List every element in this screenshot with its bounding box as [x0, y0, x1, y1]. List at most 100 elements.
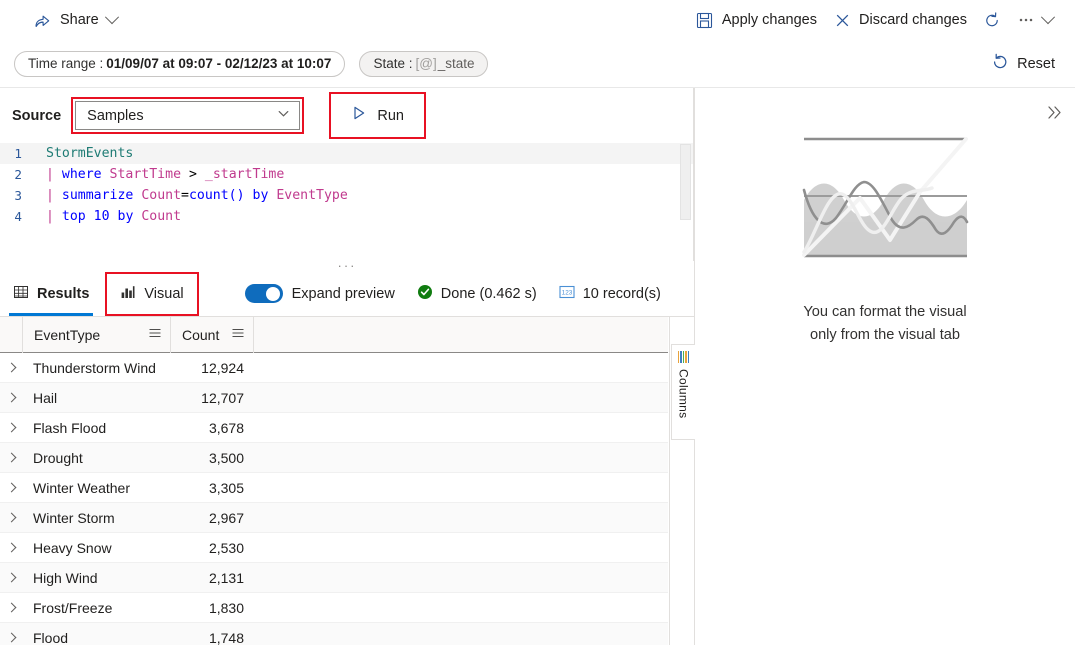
query-code-editor[interactable]: 1 StormEvents 2 | where StartTime > _startT…	[0, 143, 693, 263]
column-menu-icon[interactable]	[231, 326, 245, 343]
code-token: where	[61, 167, 102, 182]
chevron-down-icon	[277, 107, 290, 125]
expand-preview-switch[interactable]	[244, 284, 283, 303]
cell-count: 3,678	[208, 419, 244, 436]
refresh-icon	[983, 11, 1001, 29]
code-line-text: | where StartTime > _startTime	[38, 164, 284, 185]
row-expand-button[interactable]	[0, 602, 22, 613]
grid-header-row: EventType Count	[0, 317, 668, 353]
expand-preview-label: Expand preview	[291, 285, 395, 302]
columns-side-tab[interactable]: Columns	[671, 344, 695, 440]
visual-empty-state: You can format the visual only from the …	[695, 136, 1075, 347]
apply-changes-button[interactable]: Apply changes	[688, 4, 825, 36]
code-line[interactable]: 1 StormEvents	[0, 143, 693, 164]
visual-empty-message-line2: only from the visual tab	[809, 327, 961, 343]
results-toolbar: Results Visual Expand preview Done (0.46…	[0, 271, 694, 317]
code-token: count()	[188, 188, 245, 203]
column-header-eventtype-label: EventType	[34, 326, 101, 343]
code-token: Count	[141, 209, 182, 224]
cell-eventtype: Heavy Snow	[33, 539, 112, 556]
column-header-eventtype[interactable]: EventType	[22, 317, 170, 353]
share-button[interactable]: Share	[26, 4, 125, 36]
code-token: 10	[93, 209, 110, 224]
play-icon	[351, 105, 367, 126]
refresh-button[interactable]	[975, 4, 1009, 36]
splitter-grip-icon: ···	[337, 258, 357, 273]
table-row[interactable]: Winter Weather 3,305	[0, 473, 668, 503]
apply-changes-label: Apply changes	[721, 12, 817, 28]
table-row[interactable]: Flash Flood 3,678	[0, 413, 668, 443]
code-token: StormEvents	[46, 146, 134, 161]
code-token: =	[181, 188, 189, 203]
row-expand-button[interactable]	[0, 572, 22, 583]
query-status-label: Done (0.462 s)	[440, 285, 537, 302]
time-range-pill[interactable]: Time range : 01/09/07 at 09:07 - 02/12/2…	[14, 50, 346, 77]
query-status: Done (0.462 s)	[417, 284, 537, 304]
code-line-text: | top 10 by Count	[38, 206, 181, 227]
row-expand-button[interactable]	[0, 632, 22, 643]
row-expand-button[interactable]	[0, 422, 22, 433]
table-row[interactable]: Thunderstorm Wind 12,924	[0, 353, 668, 383]
line-number: 1	[14, 146, 22, 161]
expand-preview-toggle[interactable]: Expand preview	[244, 284, 395, 303]
cell-eventtype: Winter Weather	[33, 479, 130, 496]
chevron-right-icon	[6, 542, 16, 553]
cell-count: 12,924	[201, 359, 244, 376]
table-row[interactable]: Winter Storm 2,967	[0, 503, 668, 533]
run-label: Run	[377, 107, 404, 124]
reset-icon	[991, 53, 1009, 75]
source-dropdown[interactable]: Samples	[75, 101, 301, 130]
code-token: >	[188, 167, 197, 182]
column-header-count[interactable]: Count	[170, 317, 253, 353]
code-line[interactable]: 3 | summarize Count=count() by EventType	[0, 185, 693, 206]
command-bar-left-group: Share	[0, 4, 125, 36]
tab-visual[interactable]: Visual	[105, 271, 199, 316]
cell-eventtype: Winter Storm	[33, 509, 115, 526]
code-line[interactable]: 2 | where StartTime > _startTime	[0, 164, 693, 185]
code-token: |	[46, 209, 62, 224]
cell-count: 1,830	[208, 599, 244, 616]
cell-eventtype: Flash Flood	[33, 419, 107, 436]
query-pane: Source Samples Run 1 StormEvents 2 | whe…	[0, 88, 694, 266]
table-row[interactable]: Heavy Snow 2,530	[0, 533, 668, 563]
table-row[interactable]: Frost/Freeze 1,830	[0, 593, 668, 623]
row-expand-button[interactable]	[0, 362, 22, 373]
column-menu-icon[interactable]	[148, 326, 162, 343]
editor-scrollbar-thumb[interactable]	[680, 144, 691, 220]
tab-visual-label: Visual	[144, 285, 184, 302]
tab-results[interactable]: Results	[0, 272, 102, 316]
row-expand-button[interactable]	[0, 542, 22, 553]
editor-scrollbar[interactable]	[680, 144, 691, 262]
state-value: _state	[437, 56, 475, 71]
row-expand-button[interactable]	[0, 392, 22, 403]
time-range-value: 01/09/07 at 09:07 - 02/12/23 at 10:07	[106, 56, 332, 71]
row-expand-button[interactable]	[0, 482, 22, 493]
visual-format-panel: You can format the visual only from the …	[695, 88, 1075, 645]
chevron-right-icon	[6, 392, 16, 403]
run-button[interactable]: Run	[329, 92, 427, 139]
chevron-right-icon	[6, 452, 16, 463]
reset-button[interactable]: Reset	[985, 49, 1061, 79]
panel-collapse-button[interactable]	[1039, 101, 1069, 129]
table-row[interactable]: Hail 12,707	[0, 383, 668, 413]
discard-changes-button[interactable]: Discard changes	[825, 4, 975, 36]
table-row[interactable]: Flood 1,748	[0, 623, 668, 645]
reset-label: Reset	[1017, 55, 1055, 72]
state-value-prefix: [@]	[415, 56, 437, 71]
discard-changes-label: Discard changes	[859, 12, 967, 28]
table-row[interactable]: Drought 3,500	[0, 443, 668, 473]
more-options-button[interactable]	[1009, 4, 1061, 36]
state-pill[interactable]: State : [@] _state	[359, 50, 489, 77]
table-row[interactable]: High Wind 2,131	[0, 563, 668, 593]
row-expand-button[interactable]	[0, 512, 22, 523]
row-expand-button[interactable]	[0, 452, 22, 463]
line-number: 4	[14, 209, 22, 224]
code-line[interactable]: 4 | top 10 by Count	[0, 206, 693, 227]
cell-count: 3,305	[208, 479, 244, 496]
chart-icon	[120, 284, 136, 304]
columns-icon	[677, 351, 690, 363]
share-icon	[34, 11, 52, 29]
